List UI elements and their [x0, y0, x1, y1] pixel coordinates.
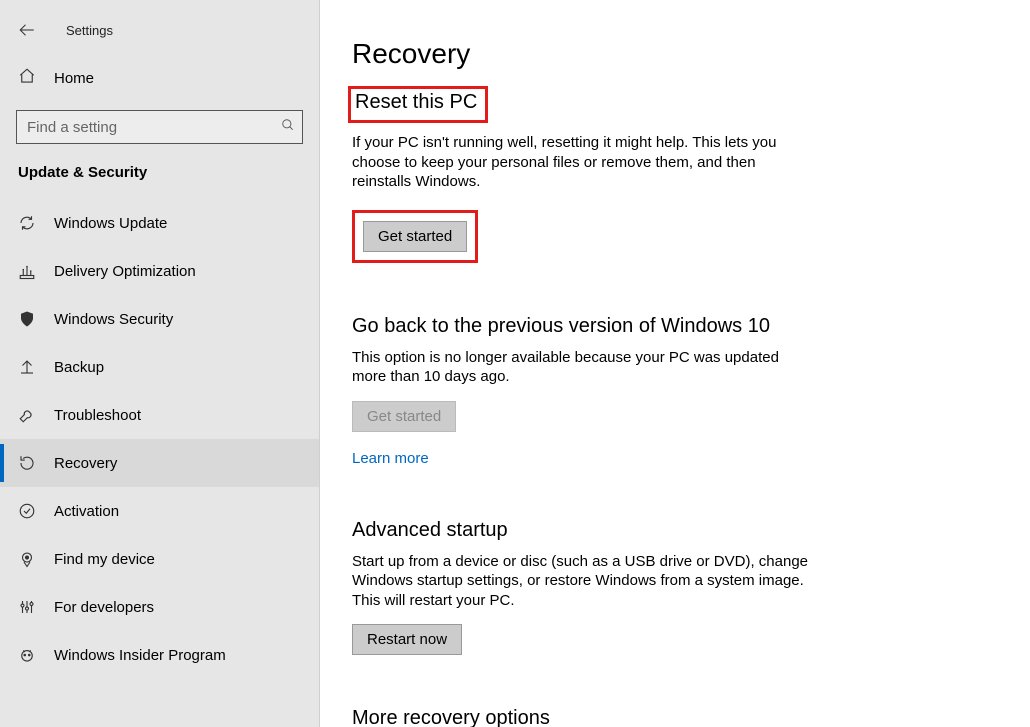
sidebar-item-label: Troubleshoot: [54, 407, 141, 424]
go-back-get-started-button: Get started: [352, 401, 456, 432]
category-title: Update & Security: [0, 158, 319, 199]
nav-list: Windows Update Delivery Optimization Win…: [0, 199, 319, 679]
insider-icon: [18, 646, 36, 664]
sync-icon: [18, 214, 36, 232]
shield-icon: [18, 310, 36, 328]
annotation-get-started: Get started: [352, 210, 478, 263]
sidebar-item-label: Backup: [54, 359, 104, 376]
home-nav[interactable]: Home: [0, 56, 319, 100]
get-started-button[interactable]: Get started: [363, 221, 467, 252]
sidebar-item-windows-insider-program[interactable]: Windows Insider Program: [0, 631, 319, 679]
sidebar-item-find-my-device[interactable]: Find my device: [0, 535, 319, 583]
sidebar-item-label: Windows Update: [54, 215, 167, 232]
sidebar-item-label: Recovery: [54, 455, 117, 472]
sidebar-item-label: Windows Security: [54, 311, 173, 328]
search-input[interactable]: [17, 113, 274, 142]
section-description: This option is no longer available becau…: [352, 348, 812, 387]
annotation-reset-title: Reset this PC: [348, 86, 488, 123]
sidebar-item-activation[interactable]: Activation: [0, 487, 319, 535]
home-label: Home: [54, 70, 94, 87]
section-reset-this-pc: Reset this PC If your PC isn't running w…: [352, 88, 990, 263]
developer-icon: [18, 598, 36, 616]
back-icon[interactable]: [18, 21, 36, 39]
section-description: If your PC isn't running well, resetting…: [352, 133, 812, 192]
section-more-recovery-options: More recovery options: [352, 707, 990, 727]
sidebar-item-label: Delivery Optimization: [54, 263, 196, 280]
wrench-icon: [18, 406, 36, 424]
section-title: Reset this PC: [355, 91, 477, 114]
sidebar-item-label: For developers: [54, 599, 154, 616]
recovery-icon: [18, 454, 36, 472]
sidebar-item-recovery[interactable]: Recovery: [0, 439, 319, 487]
sidebar: Settings Home Update & Security Wind: [0, 0, 320, 727]
backup-icon: [18, 358, 36, 376]
section-description: Start up from a device or disc (such as …: [352, 552, 812, 611]
learn-more-link[interactable]: Learn more: [352, 450, 429, 467]
sidebar-item-troubleshoot[interactable]: Troubleshoot: [0, 391, 319, 439]
location-icon: [18, 550, 36, 568]
section-title: Advanced startup: [352, 519, 990, 542]
check-circle-icon: [18, 502, 36, 520]
page-title: Recovery: [352, 38, 990, 70]
sidebar-item-windows-update[interactable]: Windows Update: [0, 199, 319, 247]
sidebar-item-backup[interactable]: Backup: [0, 343, 319, 391]
search-icon: [274, 118, 302, 136]
section-title: Go back to the previous version of Windo…: [352, 315, 990, 338]
main-content: Recovery Reset this PC If your PC isn't …: [320, 0, 1030, 727]
section-advanced-startup: Advanced startup Start up from a device …: [352, 519, 990, 656]
app-title: Settings: [66, 23, 113, 38]
sidebar-item-label: Activation: [54, 503, 119, 520]
delivery-icon: [18, 262, 36, 280]
sidebar-header: Settings: [0, 4, 319, 56]
home-icon: [18, 67, 36, 89]
sidebar-item-delivery-optimization[interactable]: Delivery Optimization: [0, 247, 319, 295]
search-box[interactable]: [16, 110, 303, 144]
sidebar-item-label: Find my device: [54, 551, 155, 568]
sidebar-item-for-developers[interactable]: For developers: [0, 583, 319, 631]
restart-now-button[interactable]: Restart now: [352, 624, 462, 655]
sidebar-item-windows-security[interactable]: Windows Security: [0, 295, 319, 343]
section-go-back: Go back to the previous version of Windo…: [352, 315, 990, 467]
section-title: More recovery options: [352, 707, 990, 727]
sidebar-item-label: Windows Insider Program: [54, 647, 226, 664]
